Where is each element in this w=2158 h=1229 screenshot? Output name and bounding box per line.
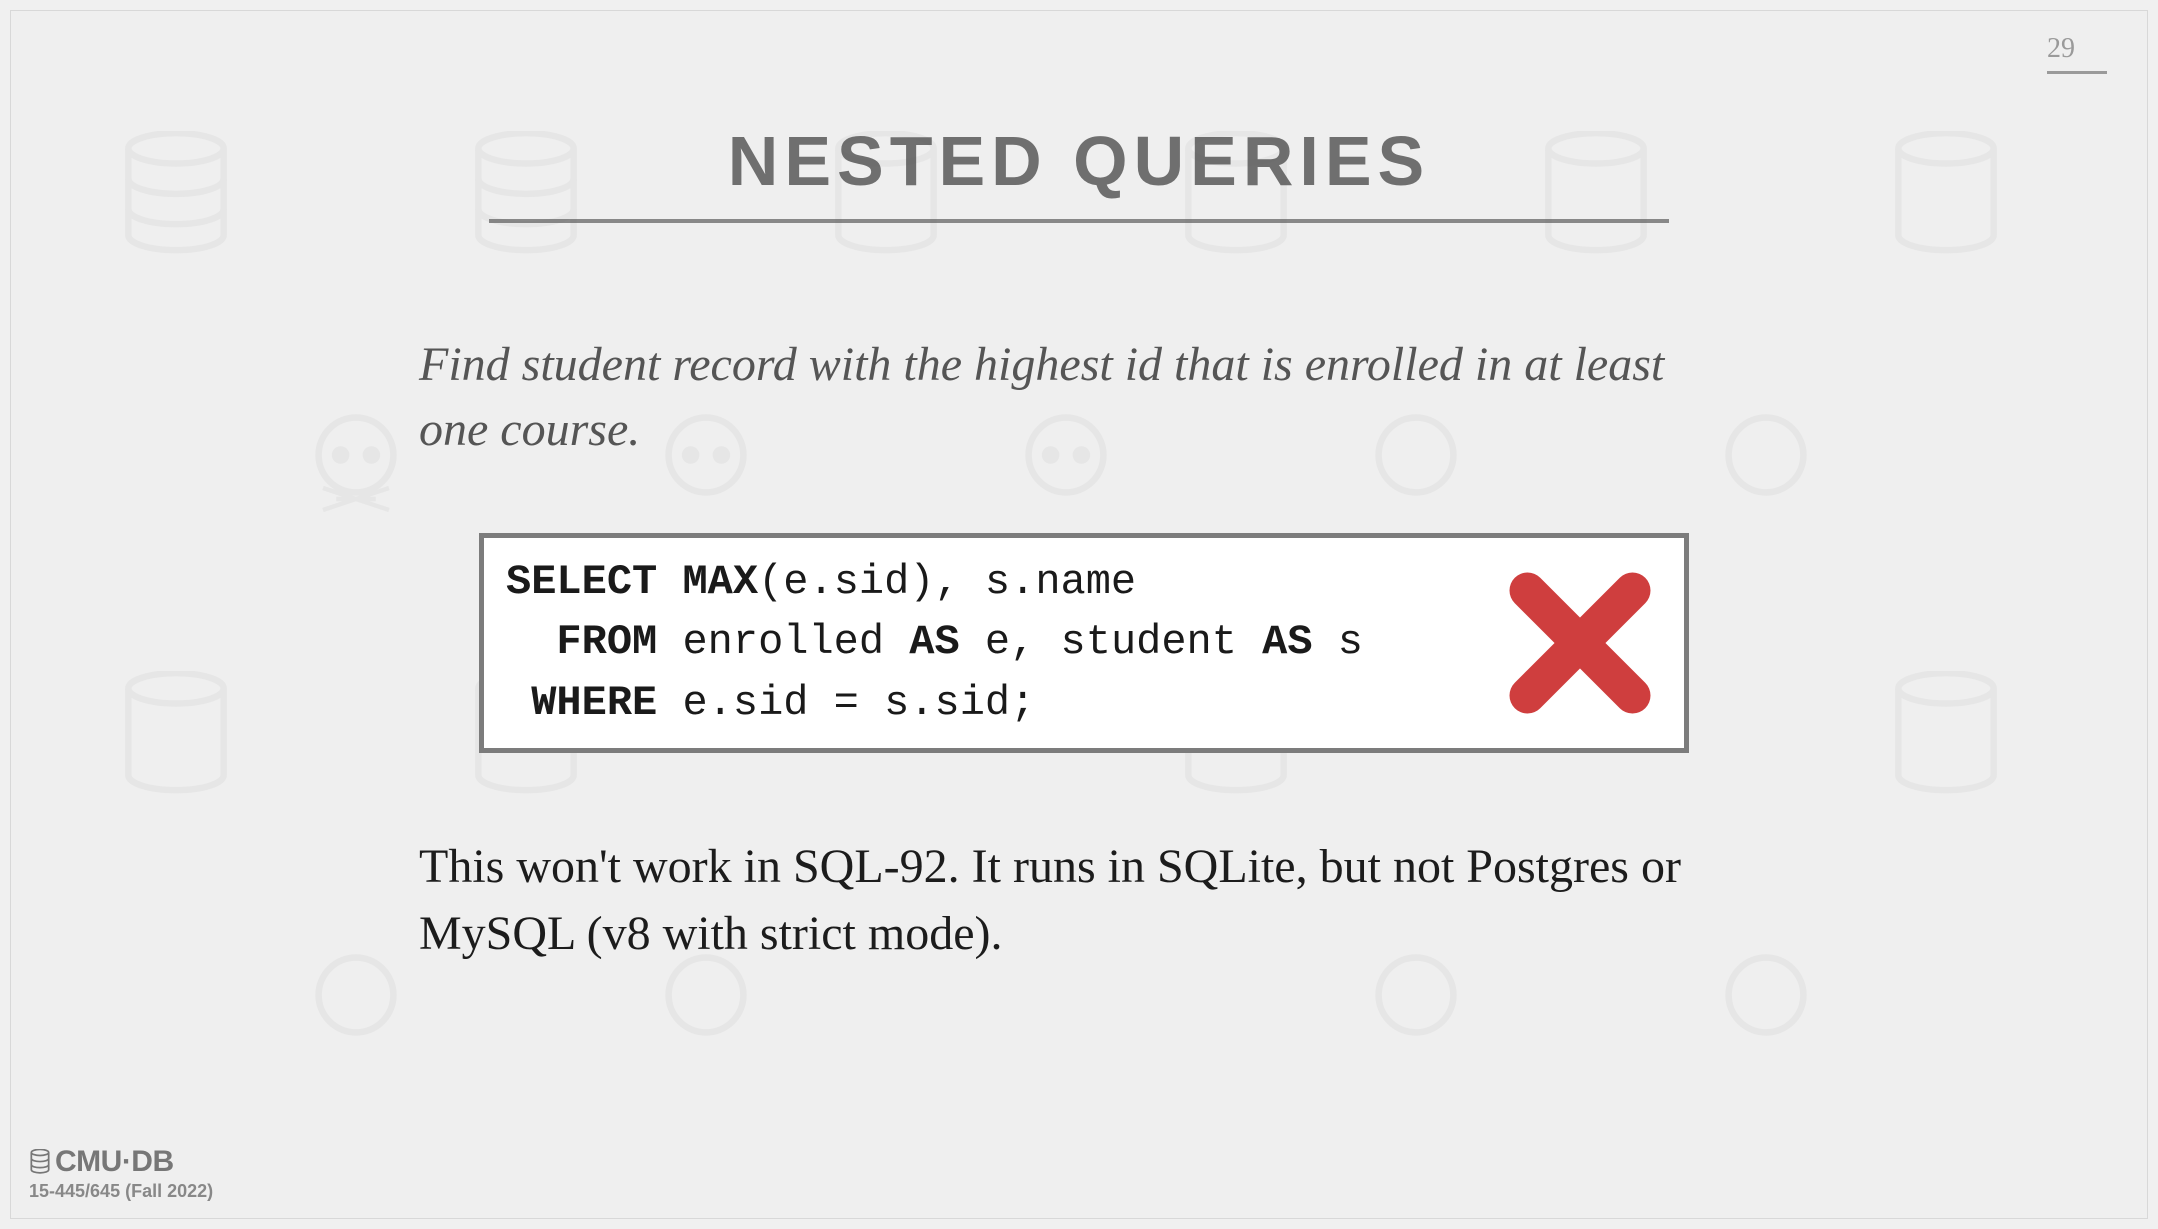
cmu-db-logo: CMU·DB: [29, 1145, 213, 1179]
sql-text: s: [1313, 618, 1363, 666]
sql-text: e.sid = s.sid;: [657, 679, 1035, 727]
sql-text: e, student: [960, 618, 1262, 666]
x-mark-icon: [1505, 568, 1655, 718]
sql-text: (e.sid), s.name: [758, 558, 1136, 606]
explanation-text: This won't work in SQL-92. It runs in SQ…: [419, 833, 1739, 967]
sql-keyword: AS: [1262, 618, 1312, 666]
slide-inner: 29 NESTED QUERIES Find student record wi…: [10, 10, 2148, 1219]
page-number: 29: [2047, 33, 2107, 74]
footer: CMU·DB 15-445/645 (Fall 2022): [29, 1145, 213, 1202]
content-area: Find student record with the highest id …: [419, 333, 1739, 968]
logo-text: CMU·DB: [55, 1145, 174, 1179]
sql-text: enrolled: [657, 618, 909, 666]
slide-title: NESTED QUERIES: [11, 121, 2147, 201]
db-logo-icon: [29, 1149, 51, 1175]
title-underline: [489, 219, 1669, 223]
db-watermark-icon: [1891, 671, 2001, 801]
sql-keyword: FROM: [556, 618, 657, 666]
prompt-text: Find student record with the highest id …: [419, 333, 1739, 463]
code-box-wrapper: SELECT MAX(e.sid), s.name FROM enrolled …: [479, 533, 1689, 754]
sql-keyword: WHERE: [531, 679, 657, 727]
course-label: 15-445/645 (Fall 2022): [29, 1181, 213, 1202]
db-watermark-icon: [121, 671, 231, 801]
slide: 29 NESTED QUERIES Find student record wi…: [0, 0, 2158, 1229]
sql-keyword: AS: [909, 618, 959, 666]
sql-keyword: SELECT: [506, 558, 657, 606]
sql-keyword: MAX: [682, 558, 758, 606]
skull-watermark-icon: [301, 401, 411, 531]
skull-watermark-icon: [301, 941, 411, 1071]
